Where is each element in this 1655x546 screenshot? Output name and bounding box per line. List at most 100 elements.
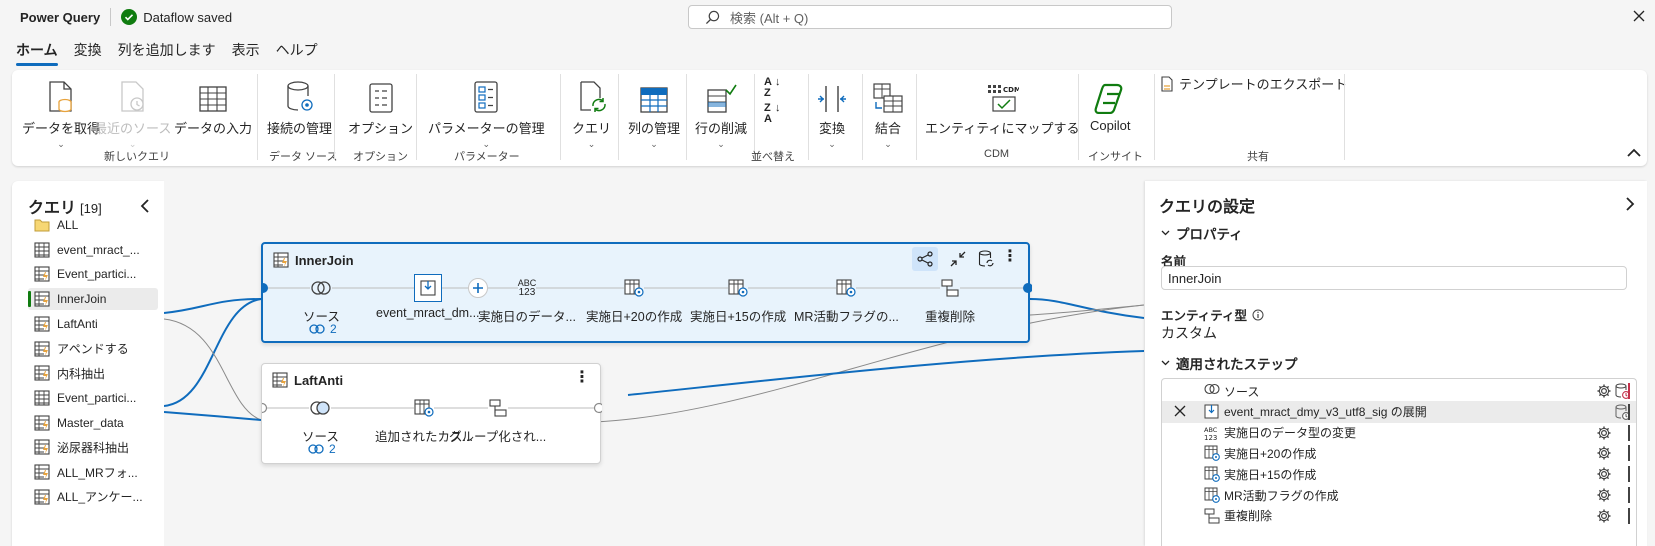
step-settings-gear-icon[interactable] — [1596, 425, 1612, 441]
tab-help[interactable]: ヘルプ — [276, 38, 318, 64]
diagram-step-add-column-20[interactable]: 実施日+20の作成 — [586, 274, 682, 325]
export-template-button[interactable]: テンプレートのエクスポート — [1160, 74, 1347, 93]
manage-connections-button[interactable]: 接続の管理 — [267, 76, 332, 137]
tab-transform[interactable]: 変換 — [74, 38, 102, 64]
manage-columns-label: 列の管理 — [628, 121, 681, 136]
linked-count: 2 — [329, 442, 336, 456]
table-lightning-icon — [34, 489, 50, 505]
linked-queries-badge[interactable]: 2 — [308, 442, 336, 456]
recent-sources-label: 最近のソース — [94, 121, 172, 136]
copilot-button[interactable]: Copilot — [1090, 76, 1130, 133]
applied-step[interactable]: 実施日+20の作成 — [1162, 442, 1636, 464]
combine-button[interactable]: 結合 ⌄ — [872, 76, 904, 150]
group-label-new-query: 新しいクエリ — [104, 151, 170, 163]
combine-icon — [873, 83, 903, 113]
get-data-button[interactable]: データを取得 ⌄ — [22, 76, 100, 150]
enter-data-button[interactable]: データの入力 — [174, 76, 252, 137]
tab-home[interactable]: ホーム — [16, 38, 58, 66]
query-card-laftanti[interactable]: LaftAnti ⋮ ソース 追加されたカス... グループ化され... 2 — [261, 363, 602, 464]
map-to-entity-button[interactable]: CDM エンティティにマップする — [925, 76, 1079, 137]
applied-steps-list: ソース event_mract_dmy_v3_utf8_sig の展開 ABC 123… — [1161, 378, 1637, 546]
step-settings-gear-icon[interactable] — [1596, 383, 1612, 399]
transform-icon — [818, 86, 846, 112]
custom-column-icon — [1204, 466, 1220, 483]
chevron-down-icon: ⌄ — [587, 139, 596, 149]
remove-duplicates-icon — [1204, 508, 1220, 524]
applied-step[interactable]: MR活動フラグの作成 — [1162, 484, 1636, 506]
manage-parameters-button[interactable]: パラメーターの管理 ⌄ — [428, 76, 545, 150]
search-input[interactable]: 検索 (Alt + Q) — [688, 5, 1172, 29]
svg-text:ABC: ABC — [1204, 426, 1218, 434]
applied-step[interactable]: ABC 123 実施日のデータ型の変更 — [1162, 422, 1636, 444]
query-name: Event_partici... — [57, 267, 137, 282]
diagram-canvas[interactable]: InnerJoin ⋮ ソース event_mract_dm... ABC 12… — [164, 181, 1144, 546]
step-label: 実施日+20の作成 — [586, 310, 683, 324]
applied-steps-section-toggle[interactable]: 適用されたステップ — [1161, 353, 1298, 373]
query-list-item[interactable]: ALL — [28, 214, 158, 236]
query-list-item[interactable]: Event_partici... — [28, 263, 158, 285]
diagram-step-add-column-15[interactable]: 実施日+15の作成 — [690, 274, 786, 325]
collapse-queries-button[interactable] — [140, 199, 150, 213]
step-status-bar — [1628, 466, 1630, 483]
diagram-step-expand[interactable]: event_mract_dm... — [376, 274, 480, 320]
merge-circles-icon — [311, 281, 332, 295]
query-card-innerjoin[interactable]: InnerJoin ⋮ ソース event_mract_dm... ABC 12… — [261, 242, 1032, 343]
query-list-item[interactable]: LaftAnti — [28, 313, 158, 335]
step-settings-gear-icon[interactable] — [1596, 445, 1612, 461]
applied-step[interactable]: 実施日+15の作成 — [1162, 463, 1636, 485]
entity-type-value: カスタム — [1161, 325, 1217, 341]
collapse-settings-button[interactable] — [1625, 197, 1635, 211]
step-settings-gear-icon[interactable] — [1596, 487, 1612, 503]
applied-step-label: 実施日+15の作成 — [1224, 467, 1317, 482]
query-list-item[interactable]: InnerJoin — [28, 288, 158, 311]
applied-step[interactable]: event_mract_dmy_v3_utf8_sig の展開 — [1162, 400, 1636, 423]
step-status-bar — [1628, 487, 1630, 503]
diagram-step-mr-flag[interactable]: MR活動フラグの... — [794, 274, 899, 325]
close-button[interactable] — [1629, 6, 1649, 26]
transform-button[interactable]: 変換 ⌄ — [816, 76, 848, 150]
step-status-bar — [1628, 507, 1630, 524]
entity-type-label-text: エンティティ型 — [1161, 309, 1248, 323]
query-list-item[interactable]: Master_data — [28, 412, 158, 434]
parameters-icon — [474, 81, 498, 113]
export-template-icon — [1161, 75, 1173, 92]
diagram-step-remove-duplicates[interactable]: 重複削除 — [925, 274, 975, 325]
options-button[interactable]: オプション — [348, 76, 413, 137]
table-icon — [199, 86, 227, 112]
tab-view[interactable]: 表示 — [232, 38, 260, 64]
query-list-item[interactable]: Event_partici... — [28, 387, 158, 409]
remove-rows-button[interactable]: 行の削減 ⌄ — [695, 76, 747, 150]
abc123-icon: ABC 123 — [517, 274, 537, 302]
tab-add-column[interactable]: 列を追加します — [118, 38, 216, 64]
applied-step[interactable]: 重複削除 — [1162, 505, 1636, 527]
diagram-step-source[interactable]: ソース — [302, 394, 339, 445]
diagram-step-source[interactable]: ソース — [303, 274, 340, 325]
chevron-down-icon — [1161, 230, 1170, 236]
query-list-item[interactable]: 泌尿器科抽出 — [28, 436, 158, 458]
query-list-item[interactable]: 内科抽出 — [28, 362, 158, 384]
query-button[interactable]: クエリ ⌄ — [572, 76, 611, 150]
manage-columns-button[interactable]: 列の管理 ⌄ — [628, 76, 680, 150]
chevron-up-icon — [1627, 148, 1641, 157]
query-list-item[interactable]: ALL_MRフォ... — [28, 461, 158, 483]
query-name-input[interactable]: InnerJoin — [1161, 266, 1627, 290]
linked-queries-badge[interactable]: 2 — [309, 322, 337, 336]
transform-label: 変換 — [818, 121, 845, 136]
applied-step[interactable]: ソース — [1162, 380, 1636, 402]
query-list-item[interactable]: event_mract_... — [28, 239, 158, 261]
delete-step-icon[interactable] — [1174, 405, 1186, 417]
step-settings-gear-icon[interactable] — [1596, 466, 1612, 482]
properties-section-toggle[interactable]: プロパティ — [1161, 223, 1243, 243]
search-placeholder: 検索 (Alt + Q) — [730, 10, 809, 26]
recent-sources-button[interactable]: 最近のソース ⌄ — [94, 76, 171, 150]
diagram-step-change-type[interactable]: ABC 123 実施日のデータ... — [478, 274, 576, 325]
query-name: LaftAnti — [57, 316, 98, 331]
group-label-sort: 並べ替え — [751, 151, 795, 163]
group-separator — [334, 74, 335, 160]
sort-button[interactable]: AZ ↓ ZA ↓ — [764, 76, 780, 130]
step-settings-gear-icon[interactable] — [1596, 508, 1612, 524]
collapse-ribbon-button[interactable] — [1627, 148, 1641, 158]
query-list-item[interactable]: アペンドする — [28, 338, 158, 360]
query-list-item[interactable]: ALL_アンケー... — [28, 486, 158, 508]
diagram-step-grouped[interactable]: グループ化され... — [449, 394, 546, 445]
